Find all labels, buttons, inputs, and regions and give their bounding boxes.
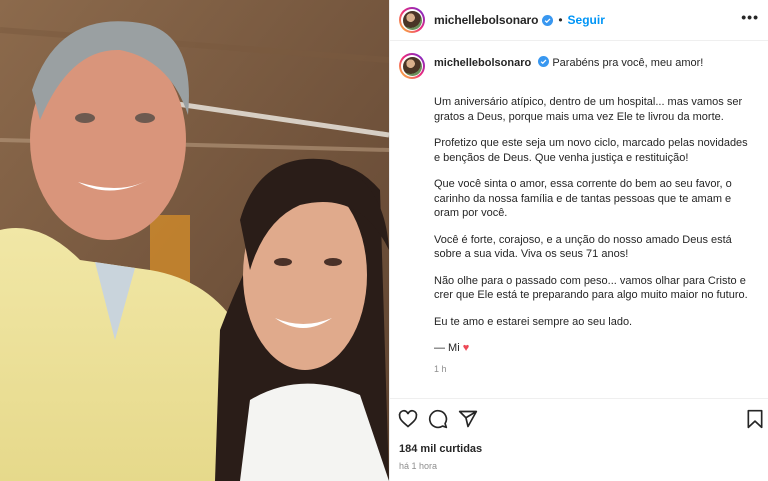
verified-badge-icon [542,14,554,26]
bookmark-icon[interactable] [745,409,765,429]
post-header: michellebolsonaro • Seguir ••• [390,0,768,41]
avatar[interactable] [399,7,425,33]
caption-paragraph: Um aniversário atípico, dentro de um hos… [434,96,743,123]
follow-button[interactable]: Seguir [568,13,605,27]
likes-count[interactable]: 184 mil curtidas [399,443,482,455]
more-options-icon[interactable]: ••• [741,9,759,25]
caption-first-line: michellebolsonaro Parabéns pra você, meu… [434,50,703,71]
couple-photo-illustration [0,0,389,481]
caption-signature-line: — Mi ♥ [434,341,752,356]
action-bar [390,398,768,439]
post-timestamp: há 1 hora [399,461,438,471]
heart-icon[interactable] [398,409,418,429]
caption-paragraph: Que você sinta o amor, essa corrente do … [434,178,732,219]
caption-username[interactable]: michellebolsonaro [434,57,531,69]
caption-paragraph: Não olhe para o passado com peso... vamo… [434,274,748,302]
separator-dot: • [558,13,563,27]
caption-body: Um aniversário atípico, dentro de um hos… [434,95,752,356]
username[interactable]: michellebolsonaro [434,13,538,27]
caption: michellebolsonaro Parabéns pra você, meu… [390,50,768,374]
post-panel: michellebolsonaro • Seguir ••• michelleb… [389,0,768,481]
caption-paragraph: Profetizo que este seja um novo ciclo, m… [434,137,748,164]
caption-avatar[interactable] [399,53,425,79]
caption-paragraph: Você é forte, corajoso, e a unção do nos… [434,233,732,261]
post-photo[interactable] [0,0,389,481]
share-icon[interactable] [458,409,478,429]
heart-emoji-icon: ♥ [462,342,470,354]
comment-icon[interactable] [428,409,448,429]
caption-signature: — Mi [434,342,460,354]
caption-paragraph: Eu te amo e estarei sempre ao seu lado. [434,315,633,328]
verified-badge-icon [538,56,550,67]
caption-greeting: Parabéns pra você, meu amor! [552,57,704,69]
caption-timestamp[interactable]: 1 h [434,364,768,374]
